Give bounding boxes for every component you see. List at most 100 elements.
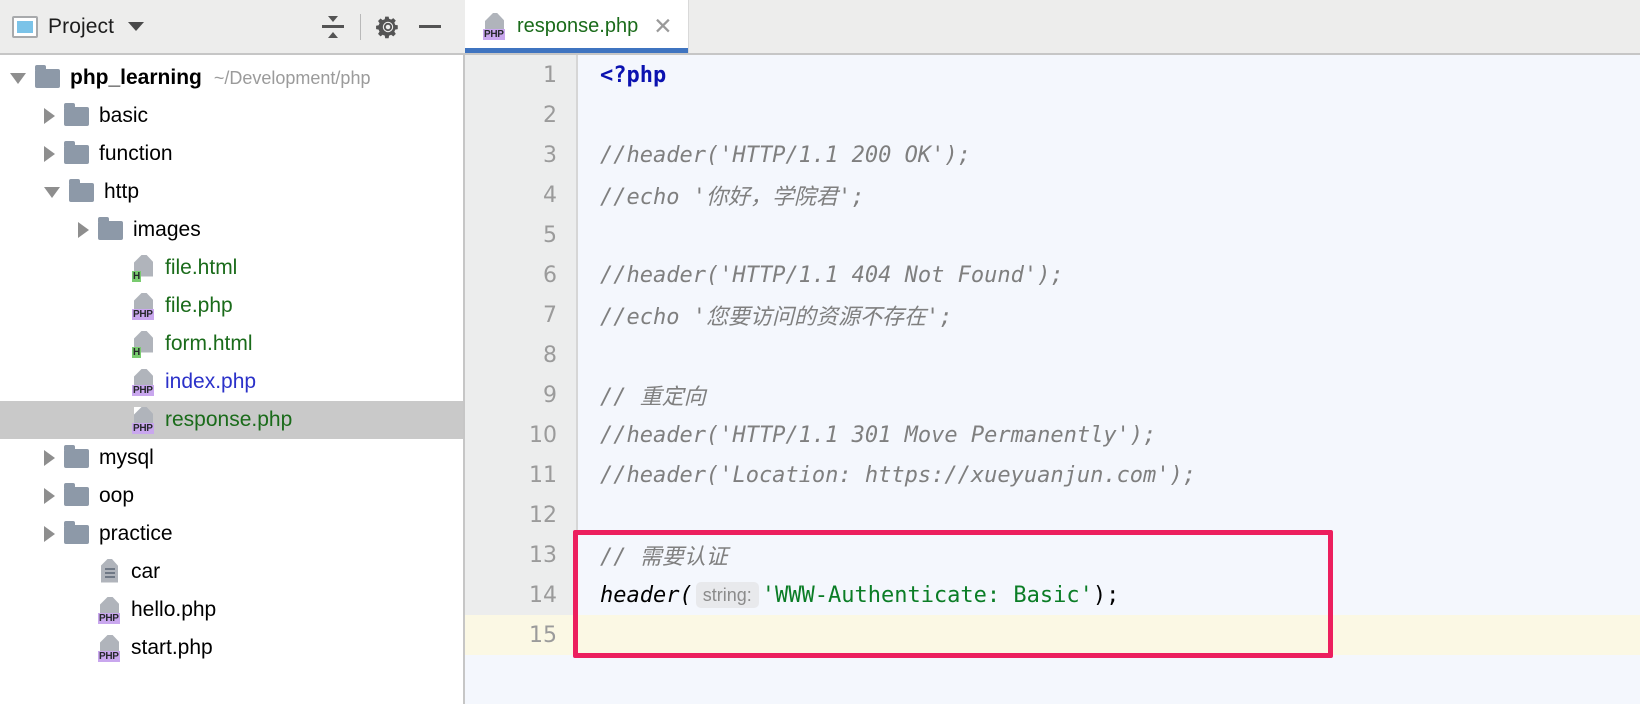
minimize-button[interactable] <box>409 7 451 47</box>
code-text[interactable]: header(string: 'WWW-Authenticate: Basic')… <box>578 575 1640 615</box>
chevron-right-icon[interactable] <box>44 526 55 542</box>
code-text[interactable]: //header('HTTP/1.1 200 OK'); <box>578 135 1640 175</box>
code-text[interactable]: //echo '你好，学院君'; <box>578 175 1640 215</box>
tree-item-basic[interactable]: basic <box>0 97 463 135</box>
code-line[interactable]: 1 <?php <box>465 55 1640 95</box>
chevron-down-icon[interactable] <box>128 22 145 31</box>
chevron-right-icon[interactable] <box>44 108 55 124</box>
line-number[interactable]: 13 <box>465 535 578 575</box>
tree-item-http[interactable]: http <box>0 173 463 211</box>
code-line[interactable]: 15 <box>465 615 1640 655</box>
code-text[interactable]: // 重定向 <box>578 375 1640 415</box>
code-text[interactable] <box>578 95 1640 135</box>
tree-item-hello-php[interactable]: PHP hello.php <box>0 591 463 629</box>
code-line[interactable]: 2 <box>465 95 1640 135</box>
code-line[interactable]: 4 //echo '你好，学院君'; <box>465 175 1640 215</box>
tree-item-file-html[interactable]: Hfile.html <box>0 249 463 287</box>
line-number[interactable]: 2 <box>465 95 578 135</box>
line-number[interactable]: 15 <box>465 615 578 655</box>
project-tree[interactable]: php_learning ~/Development/php basic functi… <box>0 55 465 704</box>
code-line[interactable]: 8 <box>465 335 1640 375</box>
code-line[interactable]: 5 <box>465 215 1640 255</box>
tree-item-car[interactable]: car <box>0 553 463 591</box>
chevron-right-icon[interactable] <box>78 222 89 238</box>
tree-item-label: start.php <box>131 636 213 659</box>
tree-item-label: basic <box>99 104 149 127</box>
code-line[interactable]: 3 //header('HTTP/1.1 200 OK'); <box>465 135 1640 175</box>
line-number[interactable]: 1 <box>465 55 578 95</box>
text-file-icon <box>98 558 121 586</box>
code-text[interactable]: // 需要认证 <box>578 535 1640 575</box>
tree-item-label: oop <box>99 484 135 507</box>
tree-item-response-php[interactable]: PHP response.php <box>0 401 463 439</box>
code-text[interactable]: //echo '您要访问的资源不存在'; <box>578 295 1640 335</box>
close-icon[interactable]: ✕ <box>653 15 672 38</box>
top-bar: Project PHP response.php ✕ <box>0 0 1640 55</box>
code-line[interactable]: 13 // 需要认证 <box>465 535 1640 575</box>
code-editor[interactable]: 1 <?php 2 3 //header('HTTP/1.1 200 OK'); 4 //e… <box>465 55 1640 704</box>
code-line[interactable]: 11//header('Location: https://xueyuanjun… <box>465 455 1640 495</box>
folder-icon <box>98 216 123 240</box>
code-text[interactable]: //header('Location: https://xueyuanjun.c… <box>578 455 1640 495</box>
code-line[interactable]: 6 //header('HTTP/1.1 404 Not Found'); <box>465 255 1640 295</box>
code-line[interactable]: 12 <box>465 495 1640 535</box>
code-text[interactable]: <?php <box>578 55 1640 95</box>
tree-item-mysql[interactable]: mysql <box>0 439 463 477</box>
code-line[interactable]: 10 //header('HTTP/1.1 301 Move Permanentl… <box>465 415 1640 455</box>
tree-item-start-php[interactable]: PHP start.php <box>0 629 463 667</box>
token-cmt: //header('HTTP/1.1 301 Move Permanently'… <box>600 422 1157 448</box>
code-line[interactable]: 14 header(string: 'WWW-Authenticate: Basic… <box>465 575 1640 615</box>
tree-item-index-php[interactable]: PHP index.php <box>0 363 463 401</box>
project-title-group[interactable]: Project <box>12 15 145 39</box>
tree-item-label: response.php <box>165 408 293 431</box>
line-number[interactable]: 9 <box>465 375 578 415</box>
code-text[interactable]: //header('HTTP/1.1 301 Move Permanently'… <box>578 415 1640 455</box>
code-text[interactable]: //header('HTTP/1.1 404 Not Found'); <box>578 255 1640 295</box>
line-number[interactable]: 8 <box>465 335 578 375</box>
tree-item-images[interactable]: images <box>0 211 463 249</box>
gear-icon <box>376 16 398 38</box>
chevron-down-icon[interactable] <box>44 186 60 198</box>
line-number[interactable]: 11 <box>465 455 578 495</box>
code-lines[interactable]: 1 <?php 2 3 //header('HTTP/1.1 200 OK'); 4 //e… <box>465 55 1640 655</box>
code-text[interactable] <box>578 335 1640 375</box>
tree-item-label: car <box>131 560 161 583</box>
line-number[interactable]: 7 <box>465 295 578 335</box>
tree-item-oop[interactable]: oop <box>0 477 463 515</box>
tree-item-form-html[interactable]: Hform.html <box>0 325 463 363</box>
parameter-hint-chip: string: <box>695 582 759 608</box>
line-number[interactable]: 3 <box>465 135 578 175</box>
tree-item-label: php_learning <box>70 66 202 89</box>
chevron-right-icon[interactable] <box>44 488 55 504</box>
project-toolbar: Project <box>0 0 465 55</box>
line-number[interactable]: 4 <box>465 175 578 215</box>
line-number[interactable]: 10 <box>465 415 578 455</box>
code-text[interactable] <box>578 615 1640 655</box>
tree-item-php_learning[interactable]: php_learning ~/Development/php <box>0 59 463 97</box>
chevron-down-icon[interactable] <box>10 72 26 84</box>
code-line[interactable]: 9 // 重定向 <box>465 375 1640 415</box>
line-number[interactable]: 6 <box>465 255 578 295</box>
code-line[interactable]: 7 //echo '您要访问的资源不存在'; <box>465 295 1640 335</box>
tree-item-function[interactable]: function <box>0 135 463 173</box>
editor-tab-bar: PHP response.php ✕ <box>465 0 1640 55</box>
line-number[interactable]: 12 <box>465 495 578 535</box>
tree-item-file-php[interactable]: PHP file.php <box>0 287 463 325</box>
chevron-right-icon[interactable] <box>44 450 55 466</box>
url-link[interactable]: https://xueyuanjun.com <box>865 463 1156 488</box>
tree-item-practice[interactable]: practice <box>0 515 463 553</box>
tree-item-label: form.html <box>165 332 253 355</box>
collapse-all-button[interactable] <box>312 7 354 47</box>
code-text[interactable] <box>578 495 1640 535</box>
folder-icon <box>64 482 89 506</box>
line-number[interactable]: 14 <box>465 575 578 615</box>
chevron-right-icon[interactable] <box>44 146 55 162</box>
code-text[interactable] <box>578 215 1640 255</box>
settings-button[interactable] <box>367 7 409 47</box>
editor-tab-response-php[interactable]: PHP response.php ✕ <box>465 0 690 53</box>
token-plain: ); <box>1092 582 1120 608</box>
line-number[interactable]: 5 <box>465 215 578 255</box>
